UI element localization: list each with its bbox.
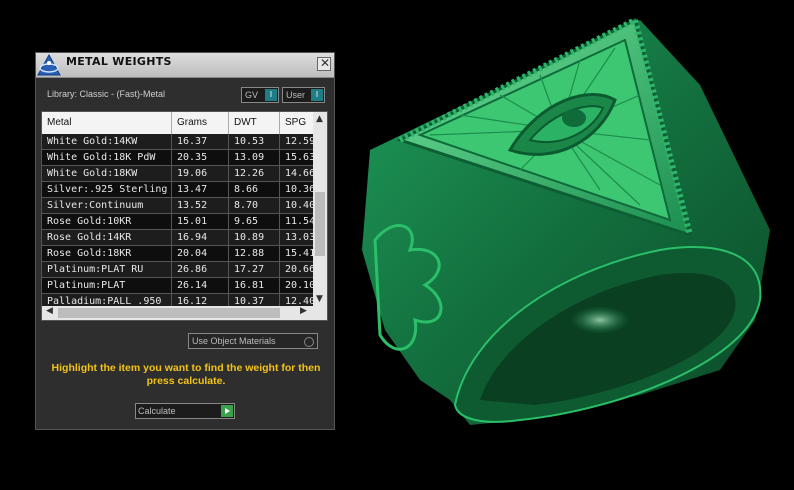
gv-toggle-label: GV: [245, 90, 259, 100]
cell-grams: 26.86: [172, 262, 229, 278]
table-row[interactable]: White Gold:18K PdW 20.35 13.09 15.63: [42, 150, 314, 166]
table-header: Metal Grams DWT SPG: [42, 112, 314, 134]
scroll-down-icon[interactable]: ▼: [316, 294, 323, 304]
cell-grams: 15.01: [172, 214, 229, 230]
cell-dwt: 8.66: [229, 182, 280, 198]
close-icon: ✕: [320, 56, 331, 70]
scroll-left-icon[interactable]: ◀: [46, 306, 53, 316]
cell-dwt: 16.81: [229, 278, 280, 294]
vertical-scrollbar[interactable]: ▲ ▼: [313, 112, 327, 306]
horizontal-scroll-thumb[interactable]: [58, 308, 280, 318]
cell-metal: Rose Gold:14KR: [42, 230, 172, 246]
use-object-materials-toggle[interactable]: Use Object Materials: [188, 333, 318, 349]
cell-dwt: 10.53: [229, 134, 280, 150]
cell-metal: White Gold:14KW: [42, 134, 172, 150]
scroll-up-icon[interactable]: ▲: [316, 114, 323, 124]
table-row[interactable]: White Gold:18KW 19.06 12.26 14.66: [42, 166, 314, 182]
cell-grams: 19.06: [172, 166, 229, 182]
cell-metal: Silver:.925 Sterling: [42, 182, 172, 198]
cell-spg: 10.36: [285, 184, 314, 195]
cell-metal: Platinum:PLAT: [42, 278, 172, 294]
cell-dwt: 13.09: [229, 150, 280, 166]
panel-titlebar[interactable]: METAL WEIGHTS ✕: [36, 53, 334, 78]
metal-table[interactable]: Metal Grams DWT SPG White Gold:14KW 16.37…: [41, 111, 328, 321]
user-toggle[interactable]: User I: [282, 87, 325, 103]
cell-grams: 16.94: [172, 230, 229, 246]
cell-metal: Silver:Continuum: [42, 198, 172, 214]
cell-metal: Rose Gold:18KR: [42, 246, 172, 262]
column-header-metal[interactable]: Metal: [42, 112, 172, 134]
cell-dwt: 17.27: [229, 262, 280, 278]
cell-metal: Platinum:PLAT RU: [42, 262, 172, 278]
play-icon[interactable]: [221, 405, 233, 417]
cell-spg: 20.66: [285, 264, 314, 275]
cell-grams: 13.47: [172, 182, 229, 198]
cell-spg: 15.41: [285, 248, 314, 259]
cell-spg: 14.66: [285, 168, 314, 179]
scroll-right-icon[interactable]: ▶: [300, 306, 307, 316]
cell-dwt: 8.70: [229, 198, 280, 214]
user-toggle-label: User: [286, 90, 306, 100]
horizontal-scrollbar[interactable]: ◀ ▶: [42, 306, 327, 320]
user-toggle-icon[interactable]: I: [311, 89, 323, 101]
metal-weights-panel: METAL WEIGHTS ✕ Library: Classic - (Fast…: [35, 52, 335, 430]
cell-spg: 20.10: [285, 280, 314, 291]
use-object-materials-label: Use Object Materials: [192, 336, 276, 346]
vertical-scroll-thumb[interactable]: [315, 192, 325, 256]
gv-toggle-icon[interactable]: I: [265, 89, 277, 101]
matrix-logo-icon: [37, 53, 61, 76]
gv-toggle[interactable]: GV I: [241, 87, 279, 103]
column-header-grams[interactable]: Grams: [172, 112, 229, 134]
panel-title: METAL WEIGHTS: [66, 55, 172, 68]
cell-spg: 15.63: [285, 152, 314, 163]
instruction-text: Highlight the item you want to find the …: [51, 362, 321, 387]
column-header-spg[interactable]: SPG: [280, 112, 314, 134]
table-row[interactable]: Platinum:PLAT 26.14 16.81 20.10: [42, 278, 314, 294]
calculate-button[interactable]: Calculate: [135, 403, 235, 419]
cell-dwt: 12.26: [229, 166, 280, 182]
cell-spg: 12.59: [285, 136, 314, 147]
cell-metal: White Gold:18K PdW: [42, 150, 172, 166]
table-row[interactable]: White Gold:14KW 16.37 10.53 12.59: [42, 134, 314, 150]
cell-dwt: 12.88: [229, 246, 280, 262]
table-row[interactable]: Silver:.925 Sterling 13.47 8.66 10.36: [42, 182, 314, 198]
cell-grams: 20.35: [172, 150, 229, 166]
table-body: White Gold:14KW 16.37 10.53 12.59 White Gol…: [42, 134, 314, 310]
cell-dwt: 9.65: [229, 214, 280, 230]
table-row[interactable]: Rose Gold:14KR 16.94 10.89 13.03: [42, 230, 314, 246]
table-row[interactable]: Silver:Continuum 13.52 8.70 10.40: [42, 198, 314, 214]
cell-grams: 26.14: [172, 278, 229, 294]
cell-spg: 10.40: [285, 200, 314, 211]
calculate-label: Calculate: [138, 406, 176, 416]
radio-icon[interactable]: [304, 337, 314, 347]
cell-dwt: 10.89: [229, 230, 280, 246]
cell-metal: Rose Gold:10KR: [42, 214, 172, 230]
column-header-dwt[interactable]: DWT: [229, 112, 280, 134]
cell-metal: White Gold:18KW: [42, 166, 172, 182]
cell-spg: 13.03: [285, 232, 314, 243]
table-row[interactable]: Rose Gold:10KR 15.01 9.65 11.54: [42, 214, 314, 230]
table-row[interactable]: Rose Gold:18KR 20.04 12.88 15.41: [42, 246, 314, 262]
cell-grams: 16.37: [172, 134, 229, 150]
cell-spg: 11.54: [285, 216, 314, 227]
library-label: Library: Classic - (Fast)-Metal: [47, 89, 166, 99]
cell-grams: 13.52: [172, 198, 229, 214]
close-button[interactable]: ✕: [317, 56, 331, 71]
table-row[interactable]: Platinum:PLAT RU 26.86 17.27 20.66: [42, 262, 314, 278]
cell-grams: 20.04: [172, 246, 229, 262]
